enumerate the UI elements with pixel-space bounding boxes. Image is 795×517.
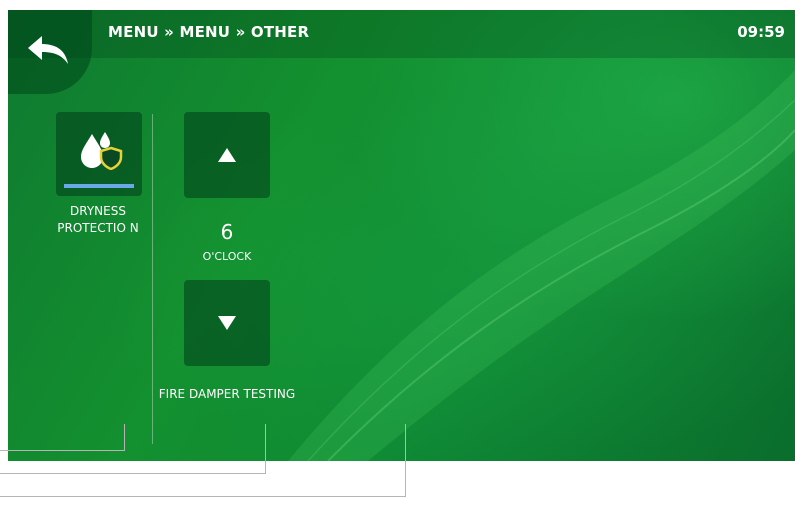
arrow-up-icon [218, 148, 236, 162]
back-arrow-icon [28, 36, 68, 64]
callout-line [265, 424, 266, 474]
water-drops-shield-icon [81, 132, 123, 170]
fire-damper-unit: O'CLOCK [202, 250, 252, 263]
back-button[interactable] [8, 10, 92, 94]
dryness-protection-button[interactable] [56, 112, 142, 196]
callout-line [405, 424, 406, 497]
dryness-protection-label: DRYNESS PROTECTIO N [57, 204, 139, 235]
vertical-divider [152, 114, 153, 444]
callout-line [124, 424, 125, 451]
callout-line [0, 496, 406, 497]
callout-line [0, 450, 125, 451]
increase-button[interactable] [184, 112, 270, 198]
active-underline [64, 184, 134, 188]
device-screen: MENU » MENU » OTHER 09:59 DRYNESS PROTEC… [8, 10, 795, 461]
breadcrumb: MENU » MENU » OTHER [108, 23, 310, 41]
fire-damper-value: 6 [220, 220, 234, 244]
arrow-down-icon [218, 316, 236, 330]
callout-line [0, 473, 266, 474]
fire-damper-testing-label: FIRE DAMPER TESTING [158, 387, 296, 401]
clock-time: 09:59 [737, 23, 785, 41]
decrease-button[interactable] [184, 280, 270, 366]
